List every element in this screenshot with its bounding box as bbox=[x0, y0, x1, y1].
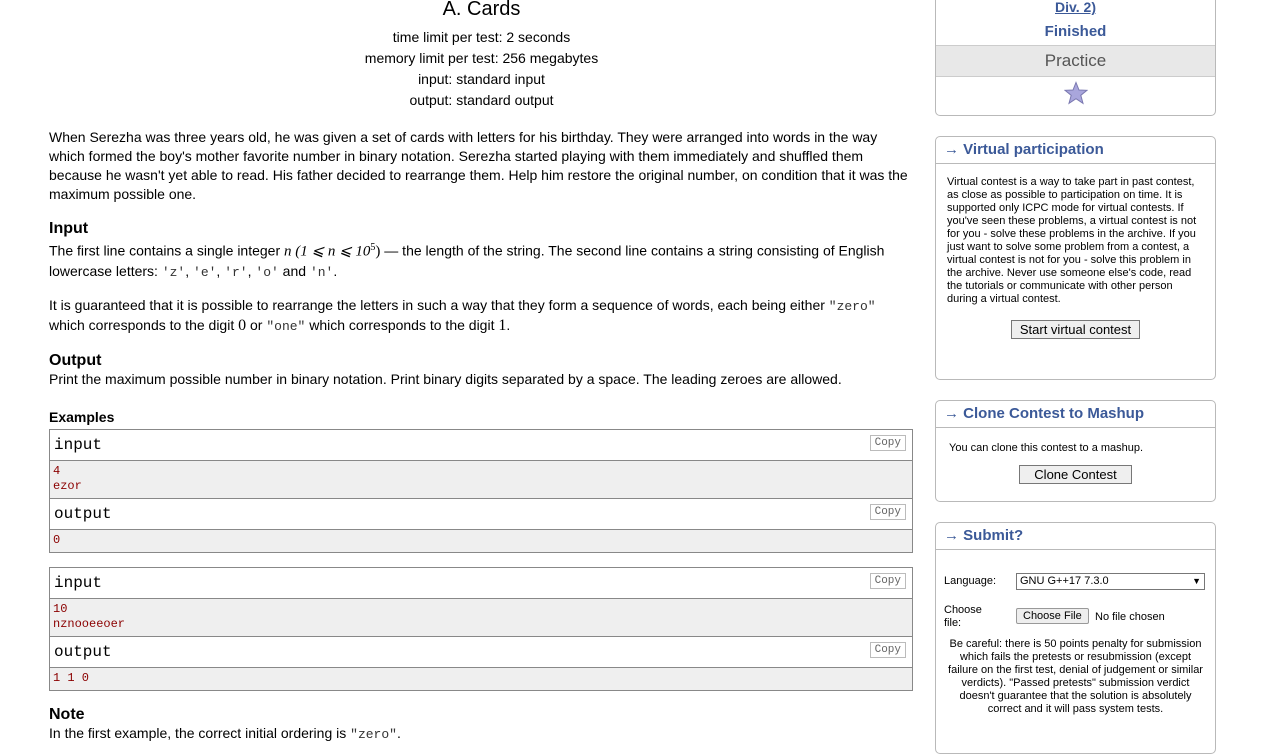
copy-button[interactable]: Copy bbox=[869, 572, 906, 589]
file-status: No file chosen bbox=[1095, 611, 1165, 623]
submit-heading: → Submit? bbox=[936, 523, 1215, 550]
note-code: "zero" bbox=[350, 726, 397, 742]
example-input-label: input bbox=[54, 573, 103, 592]
virtual-participation-text: Virtual contest is a way to take part in… bbox=[947, 176, 1197, 305]
letter-code: 'o' bbox=[255, 264, 279, 280]
input-section-title: Input bbox=[49, 220, 89, 237]
examples-title: Examples bbox=[49, 408, 115, 425]
letter-code: 'n' bbox=[309, 264, 334, 280]
contest-status: Finished bbox=[1044, 23, 1107, 40]
period: . bbox=[506, 316, 511, 333]
penalty-warning: Be careful: there is 50 points penalty f… bbox=[948, 638, 1203, 715]
file-label: Choose file: bbox=[944, 604, 982, 629]
heading-text: Clone Contest to Mashup bbox=[963, 405, 1144, 422]
input-text: or bbox=[246, 316, 267, 333]
example-line: nznooeeoer bbox=[53, 616, 126, 631]
note-text: In the first example, the correct initia… bbox=[49, 724, 914, 744]
input-text: It is guaranteed that it is possible to … bbox=[49, 296, 829, 313]
contest-link[interactable]: Div. 2) bbox=[936, 0, 1215, 15]
copy-button[interactable]: Copy bbox=[869, 503, 906, 520]
example-output-label: output bbox=[54, 642, 112, 661]
problem-title: A. Cards bbox=[442, 0, 521, 20]
problem-statement: A. Cards time limit per test: 2 seconds … bbox=[49, 0, 914, 744]
clone-contest-text: You can clone this contest to a mashup. bbox=[949, 442, 1144, 454]
example-output-header: output Copy bbox=[50, 498, 912, 530]
start-virtual-contest-button[interactable]: Start virtual contest bbox=[1010, 320, 1141, 339]
separator: , bbox=[185, 262, 194, 279]
example-output-header: output Copy bbox=[50, 636, 912, 668]
arrow-icon: → bbox=[944, 141, 959, 158]
one-word: "one" bbox=[266, 318, 306, 334]
clone-contest-box: → Clone Contest to Mashup You can clone … bbox=[935, 400, 1216, 502]
example-line: 10 bbox=[53, 601, 68, 616]
virtual-participation-heading: → Virtual participation bbox=[936, 137, 1215, 164]
choose-file-button[interactable]: Choose File bbox=[1016, 608, 1089, 624]
time-limit: time limit per test: 2 seconds bbox=[392, 29, 571, 45]
letter-code: 'e' bbox=[193, 264, 217, 280]
example-line: 4 bbox=[53, 463, 61, 478]
arrow-icon: → bbox=[944, 405, 959, 422]
example-output-body: 1 1 0 bbox=[50, 667, 912, 690]
input-text: which corresponds to the digit bbox=[305, 316, 499, 333]
clone-contest-button[interactable]: Clone Contest bbox=[1019, 465, 1132, 484]
example-line: 1 1 0 bbox=[53, 670, 90, 685]
example-2: input Copy 10 nznooeeoer output Copy 1 1… bbox=[49, 566, 913, 691]
example-line: ezor bbox=[53, 478, 82, 493]
example-output-body: 0 bbox=[50, 529, 912, 552]
language-select[interactable]: GNU G++17 7.3.0 ▼ bbox=[1016, 573, 1205, 590]
star-icon[interactable] bbox=[936, 81, 1215, 110]
input-spec-paragraph-2: It is guaranteed that it is possible to … bbox=[49, 296, 914, 336]
submit-box: → Submit? Language: GNU G++17 7.3.0 ▼ Ch… bbox=[935, 522, 1216, 754]
input-spec-paragraph-1: The first line contains a single integer… bbox=[49, 238, 914, 282]
clone-button-wrap: Clone Contest bbox=[936, 465, 1215, 484]
heading-text: Submit? bbox=[963, 527, 1024, 544]
example-input-body: 10 nznooeeoer bbox=[50, 598, 912, 637]
heading-text: Virtual participation bbox=[963, 141, 1104, 158]
memory-limit: memory limit per test: 256 megabytes bbox=[364, 50, 599, 66]
example-input-body: 4 ezor bbox=[50, 460, 912, 499]
example-output-label: output bbox=[54, 504, 112, 523]
virtual-participation-box: → Virtual participation Virtual contest … bbox=[935, 136, 1216, 380]
input-file: input: standard input bbox=[418, 71, 545, 87]
input-text: which corresponds to the digit bbox=[49, 316, 239, 333]
clone-contest-heading: → Clone Contest to Mashup bbox=[936, 401, 1215, 428]
letter-code: 'z' bbox=[161, 264, 186, 280]
digit-zero: 0 bbox=[238, 316, 247, 334]
note-title: Note bbox=[49, 705, 85, 723]
problem-legend: When Serezha was three years old, he was… bbox=[49, 129, 908, 202]
note-text-part: In the first example, the correct initia… bbox=[49, 724, 351, 741]
zero-word: "zero" bbox=[828, 298, 876, 314]
period: . bbox=[333, 262, 338, 279]
copy-button[interactable]: Copy bbox=[869, 641, 906, 658]
language-value: GNU G++17 7.3.0 bbox=[1020, 575, 1109, 587]
arrow-icon: → bbox=[944, 527, 959, 544]
example-input-label: input bbox=[54, 435, 103, 454]
example-line: 0 bbox=[53, 532, 61, 547]
input-math: n (1 ⩽ n ⩽ 10 bbox=[284, 243, 371, 260]
letter-code: 'r' bbox=[224, 264, 248, 280]
practice-label: Practice bbox=[936, 45, 1215, 77]
output-section-title: Output bbox=[49, 351, 102, 369]
example-1: input Copy 4 ezor output Copy 0 bbox=[49, 428, 913, 553]
output-spec: Print the maximum possible number in bin… bbox=[49, 370, 842, 387]
example-input-header: input Copy bbox=[50, 567, 912, 599]
problem-header: A. Cards time limit per test: 2 seconds … bbox=[49, 0, 914, 111]
language-label: Language: bbox=[944, 575, 996, 587]
virtual-button-wrap: Start virtual contest bbox=[936, 320, 1215, 339]
chevron-down-icon: ▼ bbox=[1192, 576, 1201, 586]
input-text: The first line contains a single integer bbox=[49, 242, 285, 259]
contest-status-box: Div. 2) Finished Practice bbox=[935, 0, 1216, 116]
output-file: output: standard output bbox=[409, 92, 554, 108]
copy-button[interactable]: Copy bbox=[869, 434, 906, 451]
example-input-header: input Copy bbox=[50, 429, 912, 461]
and-text: and bbox=[278, 262, 310, 279]
note-text-part: . bbox=[396, 724, 401, 741]
